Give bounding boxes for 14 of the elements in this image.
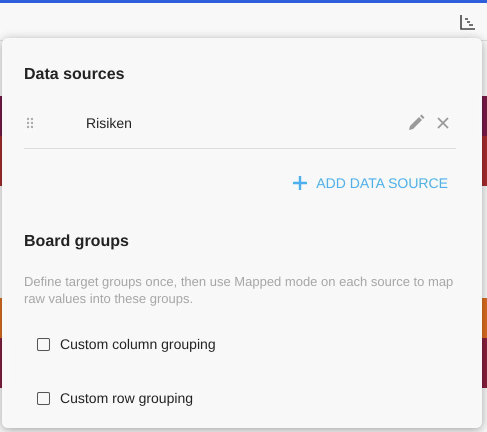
data-source-name: Risiken xyxy=(86,115,133,131)
drag-handle-icon[interactable] xyxy=(26,117,34,129)
description-text: Define target groups once, then use Mapped mode on each source to map raw values into these groups. xyxy=(24,273,454,307)
plus-icon xyxy=(292,175,308,191)
checkbox[interactable] xyxy=(37,392,50,404)
checkbox[interactable] xyxy=(37,338,50,350)
add-data-source-button[interactable]: ADD DATA SOURCE xyxy=(292,171,448,195)
checkbox-label: Custom row grouping xyxy=(60,390,194,406)
chart-icon[interactable] xyxy=(459,12,477,30)
section-title: Data sources xyxy=(24,66,124,84)
checkbox-label: Custom column grouping xyxy=(60,336,216,352)
section-title: Board groups xyxy=(24,233,129,251)
close-icon[interactable] xyxy=(437,117,449,129)
pencil-icon[interactable] xyxy=(407,114,425,132)
